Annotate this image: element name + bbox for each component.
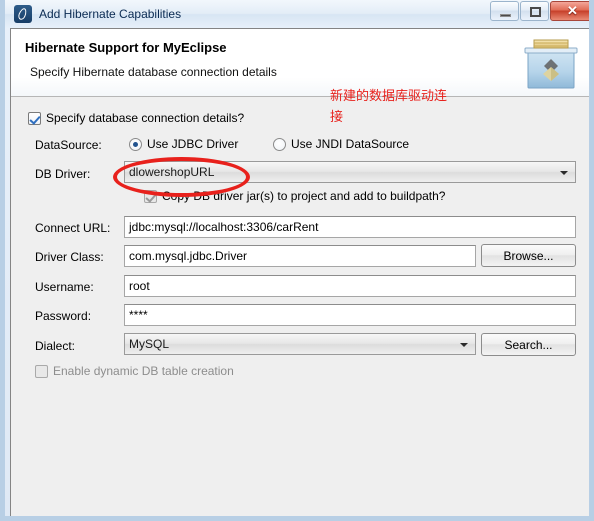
- datasource-label: DataSource:: [35, 138, 102, 152]
- connection-form: Specify database connection details? Dat…: [11, 97, 589, 516]
- copy-db-driver-jars-label: Copy DB driver jar(s) to project and add…: [162, 189, 446, 203]
- specify-db-connection-label: Specify database connection details?: [46, 111, 245, 125]
- minimize-button[interactable]: [490, 1, 519, 21]
- driver-class-input[interactable]: com.mysql.jdbc.Driver: [124, 245, 476, 267]
- annotation-note: 新建的数据库驱动连 接: [330, 89, 448, 125]
- enable-dynamic-db-table-label: Enable dynamic DB table creation: [53, 364, 234, 378]
- minimize-icon: [500, 14, 511, 17]
- maximize-button[interactable]: [520, 1, 549, 21]
- close-button[interactable]: ✕: [550, 1, 589, 21]
- search-button[interactable]: Search...: [481, 333, 576, 356]
- password-input[interactable]: ****: [124, 304, 576, 326]
- enable-dynamic-db-table-checkbox[interactable]: [35, 365, 48, 378]
- radio-use-jdbc-driver-label: Use JDBC Driver: [147, 137, 239, 151]
- close-icon: ✕: [567, 3, 578, 18]
- dialog-client-area: Hibernate Support for MyEclipse Specify …: [10, 28, 589, 516]
- password-label: Password:: [35, 309, 92, 323]
- username-input[interactable]: root: [124, 275, 576, 297]
- copy-db-driver-jars-checkbox[interactable]: [144, 190, 157, 203]
- wizard-banner-icon: [522, 35, 580, 91]
- db-driver-value: dlowershopURL: [129, 165, 215, 179]
- connect-url-label: Connect URL:: [35, 221, 111, 235]
- page-title: Hibernate Support for MyEclipse: [25, 40, 227, 55]
- window-title: Add Hibernate Capabilities: [39, 7, 182, 21]
- window-controls: ✕: [490, 1, 589, 21]
- maximize-icon: [530, 7, 541, 17]
- chevron-down-icon: [460, 343, 468, 347]
- dialect-combobox[interactable]: MySQL: [124, 333, 476, 355]
- connect-url-input[interactable]: jdbc:mysql://localhost:3306/carRent: [124, 216, 576, 238]
- chevron-down-icon: [560, 171, 568, 175]
- username-label: Username:: [35, 280, 94, 294]
- radio-use-jdbc-driver[interactable]: [129, 138, 142, 151]
- specify-db-connection-checkbox[interactable]: [28, 112, 41, 125]
- db-driver-label: DB Driver:: [35, 167, 91, 181]
- hibernate-icon: [14, 5, 32, 23]
- dialect-value: MySQL: [129, 337, 170, 351]
- page-subtitle: Specify Hibernate database connection de…: [30, 65, 277, 79]
- browse-button[interactable]: Browse...: [481, 244, 576, 267]
- wizard-banner: Hibernate Support for MyEclipse Specify …: [11, 29, 589, 97]
- db-driver-combobox[interactable]: dlowershopURL: [124, 161, 576, 183]
- dialog-window: Add Hibernate Capabilities ✕ Hibernate S…: [0, 0, 594, 521]
- radio-use-jndi-datasource-label: Use JNDI DataSource: [291, 137, 410, 151]
- dialect-label: Dialect:: [35, 339, 76, 353]
- title-bar: Add Hibernate Capabilities ✕: [5, 0, 589, 28]
- driver-class-label: Driver Class:: [35, 250, 104, 264]
- radio-use-jndi-datasource[interactable]: [273, 138, 286, 151]
